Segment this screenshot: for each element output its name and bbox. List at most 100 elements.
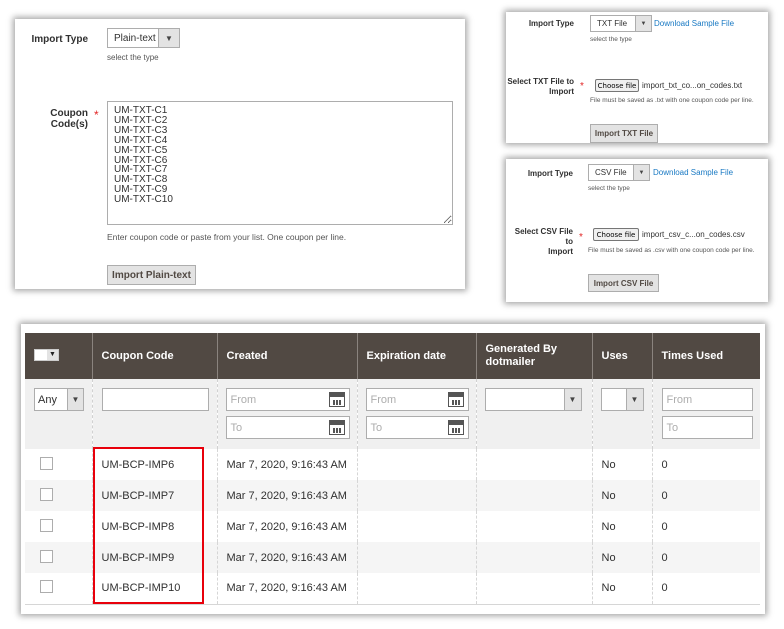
required-mark: * (580, 81, 584, 92)
download-sample-file-link[interactable]: Download Sample File (653, 168, 733, 177)
grid-header-row: ▼ Coupon Code Created Expiration date Ge… (25, 333, 760, 379)
chevron-down-icon: ▼ (635, 16, 651, 31)
created-from-input[interactable]: From (225, 388, 350, 411)
coupon-code-filter-input[interactable] (101, 388, 209, 411)
grid-filter-row: Any ▼ From To From To ▼ ▼ From To (25, 379, 760, 449)
table-row[interactable]: UM-BCP-IMP6 Mar 7, 2020, 9:16:43 AM No 0 (25, 449, 760, 480)
import-type-select[interactable]: Plain-text ▼ (107, 28, 180, 48)
created-cell: Mar 7, 2020, 9:16:43 AM (216, 449, 357, 480)
generated-by-filter-select[interactable]: ▼ (484, 388, 582, 411)
file-label-line1: Select CSV File to (514, 227, 573, 246)
column-header-expiration-date[interactable]: Expiration date (356, 333, 476, 379)
row-checkbox[interactable] (40, 518, 53, 532)
coupon-codes-label: Coupon Code(s) (50, 108, 88, 130)
created-to-input[interactable]: To (225, 416, 350, 439)
created-cell: Mar 7, 2020, 9:16:43 AM (216, 480, 357, 511)
download-sample-file-link[interactable]: Download Sample File (654, 19, 734, 28)
import-type-value: Plain-text (114, 32, 156, 44)
expiration-cell (356, 511, 476, 542)
uses-cell: No (591, 573, 652, 604)
created-cell: Mar 7, 2020, 9:16:43 AM (216, 511, 357, 542)
file-note: File must be saved as .csv with one coup… (588, 247, 755, 254)
csv-import-panel: Import Type CSV File ▼ Download Sample F… (506, 159, 768, 302)
uses-cell: No (591, 511, 652, 542)
coupon-codes-grid: ▼ Coupon Code Created Expiration date Ge… (25, 333, 760, 605)
coupon-code-cell: UM-BCP-IMP10 (91, 573, 217, 604)
file-label-line1: Select TXT File to (507, 77, 574, 86)
row-checkbox[interactable] (40, 549, 53, 563)
file-label-line2: Import (549, 87, 574, 96)
table-row[interactable]: UM-BCP-IMP10 Mar 7, 2020, 9:16:43 AM No … (25, 573, 760, 604)
import-type-note: select the type (107, 53, 159, 62)
required-mark: * (579, 232, 583, 243)
row-checkbox[interactable] (40, 580, 53, 594)
coupon-code-cell: UM-BCP-IMP8 (91, 511, 217, 542)
generated-by-cell (475, 480, 592, 511)
mass-select-filter-value: Any (38, 393, 57, 406)
expiration-cell (356, 449, 476, 480)
calendar-icon[interactable] (447, 420, 464, 435)
mass-select-header[interactable]: ▼ (25, 333, 92, 379)
expiration-from-input[interactable]: From (365, 388, 469, 411)
expiration-cell (356, 542, 476, 573)
chevron-down-icon: ▼ (158, 29, 179, 47)
mass-select-filter[interactable]: Any ▼ (34, 388, 84, 411)
plain-text-import-panel: Import Type Plain-text ▼ select the type… (15, 19, 465, 289)
uses-filter-value (602, 389, 626, 410)
generated-by-cell (475, 449, 592, 480)
table-row[interactable]: UM-BCP-IMP9 Mar 7, 2020, 9:16:43 AM No 0 (25, 542, 760, 573)
times-used-cell: 0 (651, 573, 760, 604)
coupon-code-cell: UM-BCP-IMP9 (91, 542, 217, 573)
uses-cell: No (591, 449, 652, 480)
column-header-coupon-code[interactable]: Coupon Code (91, 333, 217, 379)
chevron-down-icon[interactable]: ▼ (47, 349, 58, 360)
column-header-uses[interactable]: Uses (591, 333, 652, 379)
import-type-label: Import Type (528, 19, 574, 28)
import-type-select[interactable]: TXT File ▼ (590, 15, 652, 32)
import-type-value: TXT File (597, 19, 628, 28)
file-label: Select CSV File to Import (506, 227, 573, 257)
column-header-created[interactable]: Created (216, 333, 357, 379)
coupon-code-cell: UM-BCP-IMP6 (91, 449, 217, 480)
expiration-to-input[interactable]: To (365, 416, 469, 439)
times-used-from-input[interactable]: From (661, 388, 753, 411)
txt-import-panel: Import Type TXT File ▼ Download Sample F… (506, 12, 768, 143)
import-txt-file-button[interactable]: Import TXT File (590, 124, 658, 143)
row-checkbox[interactable] (40, 456, 53, 470)
calendar-icon[interactable] (447, 392, 464, 407)
column-header-generated-by[interactable]: Generated By dotmailer (475, 333, 592, 379)
import-type-select[interactable]: CSV File ▼ (588, 164, 650, 181)
created-cell: Mar 7, 2020, 9:16:43 AM (216, 542, 357, 573)
table-row[interactable]: UM-BCP-IMP8 Mar 7, 2020, 9:16:43 AM No 0 (25, 511, 760, 542)
row-checkbox[interactable] (40, 487, 53, 501)
mass-select-checkbox[interactable] (35, 349, 47, 360)
times-used-cell: 0 (651, 511, 760, 542)
coupon-code-cell: UM-BCP-IMP7 (91, 480, 217, 511)
generated-by-cell (475, 511, 592, 542)
choose-file-button[interactable]: Choose file (595, 79, 639, 92)
coupon-codes-note: Enter coupon code or paste from your lis… (107, 232, 347, 242)
expiration-from-placeholder: From (370, 393, 397, 406)
times-used-cell: 0 (651, 542, 760, 573)
coupon-codes-textarea[interactable] (107, 101, 453, 225)
created-cell: Mar 7, 2020, 9:16:43 AM (216, 573, 357, 604)
generated-by-cell (475, 573, 592, 604)
import-plain-text-button[interactable]: Import Plain-text (107, 265, 196, 285)
calendar-icon[interactable] (328, 392, 345, 407)
import-csv-file-button[interactable]: Import CSV File (588, 274, 659, 292)
import-type-value: CSV File (595, 168, 627, 177)
choose-file-button[interactable]: Choose file (593, 228, 639, 241)
selected-file-name: import_csv_c...on_codes.csv (642, 230, 745, 239)
chevron-down-icon: ▼ (633, 165, 649, 180)
file-note: File must be saved as .txt with one coup… (590, 97, 754, 104)
chevron-down-icon: ▼ (625, 389, 643, 410)
column-header-times-used[interactable]: Times Used (651, 333, 760, 379)
chevron-down-icon: ▼ (563, 389, 581, 410)
times-used-cell: 0 (651, 449, 760, 480)
uses-filter-select[interactable]: ▼ (600, 388, 644, 411)
calendar-icon[interactable] (328, 420, 345, 435)
expiration-cell (356, 480, 476, 511)
chevron-down-icon: ▼ (67, 389, 83, 410)
table-row[interactable]: UM-BCP-IMP7 Mar 7, 2020, 9:16:43 AM No 0 (25, 480, 760, 511)
times-used-to-input[interactable]: To (661, 416, 753, 439)
